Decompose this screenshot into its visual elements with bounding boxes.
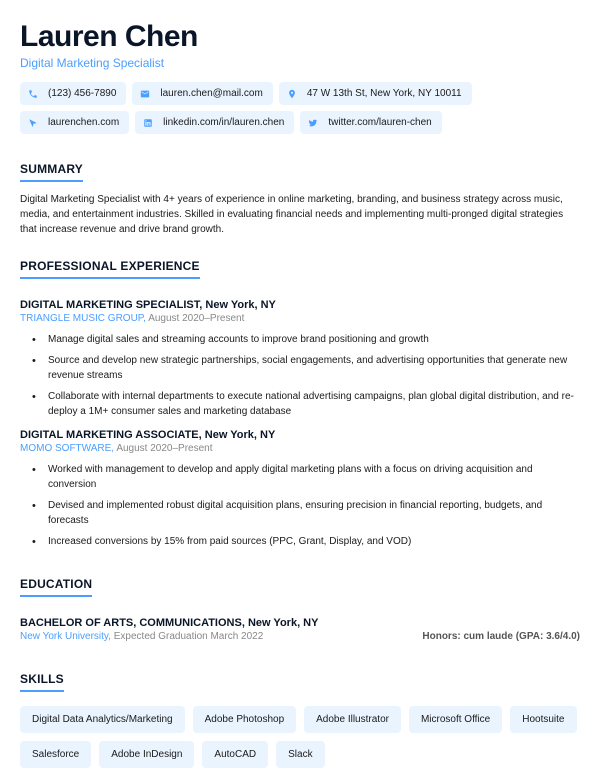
skill-chip: Adobe Illustrator — [304, 706, 401, 733]
job-meta: TRIANGLE MUSIC GROUP, August 2020–Presen… — [20, 313, 580, 324]
job-title: DIGITAL MARKETING SPECIALIST, — [20, 299, 202, 311]
education-meta: New York University, Expected Graduation… — [20, 631, 263, 642]
education-dates: Expected Graduation March 2022 — [114, 631, 264, 642]
skill-chip: Hootsuite — [510, 706, 576, 733]
contact-chip: laurenchen.com — [20, 111, 129, 134]
job-header: DIGITAL MARKETING ASSOCIATE, New York, N… — [20, 429, 580, 441]
contact-text: twitter.com/lauren-chen — [328, 117, 431, 128]
company: MOMO SOFTWARE, — [20, 443, 114, 454]
location-icon — [287, 89, 297, 99]
skill-chip: Adobe InDesign — [99, 741, 194, 768]
school: New York University, — [20, 631, 111, 642]
skill-chip: AutoCAD — [202, 741, 268, 768]
job-dates: August 2020–Present — [116, 443, 212, 454]
applicant-title: Digital Marketing Specialist — [20, 56, 580, 70]
contact-text: lauren.chen@mail.com — [160, 88, 262, 99]
contact-text: 47 W 13th St, New York, NY 10011 — [307, 88, 462, 99]
job-meta: MOMO SOFTWARE, August 2020–Present — [20, 443, 580, 454]
linkedin-icon — [143, 118, 153, 128]
education-degree-line: BACHELOR OF ARTS, COMMUNICATIONS, New Yo… — [20, 617, 580, 629]
contact-text: (123) 456-7890 — [48, 88, 116, 99]
summary-heading: SUMMARY — [20, 162, 83, 182]
job-bullets: Manage digital sales and streaming accou… — [20, 332, 580, 419]
contact-chip: twitter.com/lauren-chen — [300, 111, 441, 134]
bullet: Devised and implemented robust digital a… — [38, 498, 580, 528]
bullet: Worked with management to develop and ap… — [38, 462, 580, 492]
job-header: DIGITAL MARKETING SPECIALIST, New York, … — [20, 299, 580, 311]
applicant-name: Lauren Chen — [20, 20, 580, 54]
education-location: New York, NY — [248, 617, 319, 629]
skills-heading: SKILLS — [20, 672, 64, 692]
job-bullets: Worked with management to develop and ap… — [20, 462, 580, 549]
skills-list: Digital Data Analytics/Marketing Adobe Ph… — [20, 706, 580, 768]
contact-text: linkedin.com/in/lauren.chen — [163, 117, 284, 128]
website-icon — [28, 118, 38, 128]
skill-chip: Digital Data Analytics/Marketing — [20, 706, 185, 733]
contact-chip: linkedin.com/in/lauren.chen — [135, 111, 294, 134]
experience-heading: PROFESSIONAL EXPERIENCE — [20, 259, 200, 279]
contact-chip: 47 W 13th St, New York, NY 10011 — [279, 82, 472, 105]
bullet: Source and develop new strategic partner… — [38, 353, 580, 383]
skill-chip: Microsoft Office — [409, 706, 502, 733]
contact-row-2: laurenchen.com linkedin.com/in/lauren.che… — [20, 111, 580, 134]
twitter-icon — [308, 118, 318, 128]
contact-text: laurenchen.com — [48, 117, 119, 128]
job-location: New York, NY — [205, 299, 276, 311]
job-title: DIGITAL MARKETING ASSOCIATE, — [20, 429, 202, 441]
bullet: Collaborate with internal departments to… — [38, 389, 580, 419]
job-dates: August 2020–Present — [148, 313, 244, 324]
skill-chip: Adobe Photoshop — [193, 706, 297, 733]
education-heading: EDUCATION — [20, 577, 92, 597]
company: TRIANGLE MUSIC GROUP, — [20, 313, 146, 324]
job-location: New York, NY — [205, 429, 276, 441]
bullet: Increased conversions by 15% from paid s… — [38, 534, 580, 549]
degree: BACHELOR OF ARTS, COMMUNICATIONS, — [20, 617, 245, 629]
skill-chip: Salesforce — [20, 741, 91, 768]
email-icon — [140, 89, 150, 99]
skill-chip: Slack — [276, 741, 324, 768]
contact-chip: (123) 456-7890 — [20, 82, 126, 105]
phone-icon — [28, 89, 38, 99]
contact-row-1: (123) 456-7890 lauren.chen@mail.com 47 W 1… — [20, 82, 580, 105]
honors: Honors: cum laude (GPA: 3.6/4.0) — [422, 631, 580, 642]
bullet: Manage digital sales and streaming accou… — [38, 332, 580, 347]
contact-chip: lauren.chen@mail.com — [132, 82, 272, 105]
summary-text: Digital Marketing Specialist with 4+ yea… — [20, 192, 580, 237]
